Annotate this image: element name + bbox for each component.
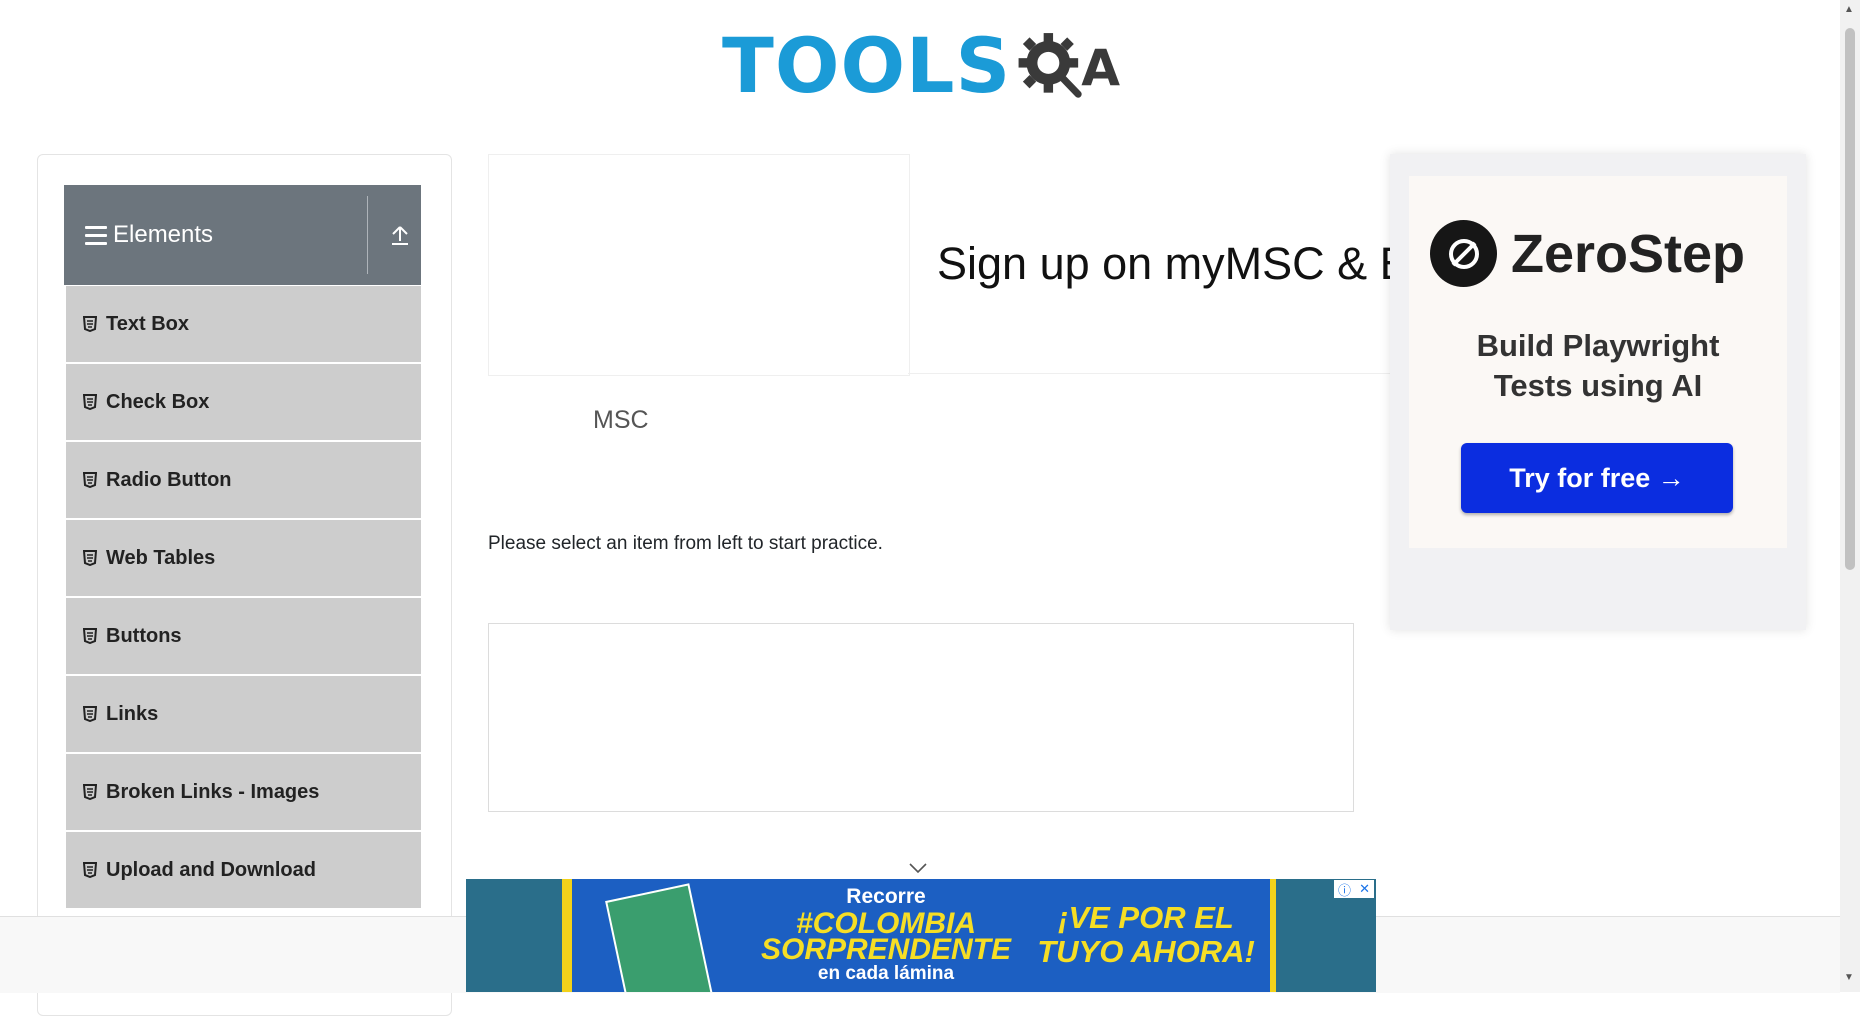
try-for-free-button[interactable]: Try for free → <box>1461 443 1733 513</box>
ad-brand[interactable]: MSC <box>593 406 649 435</box>
instruction-text: Please select an item from left to start… <box>488 533 883 554</box>
bottom-banner-ad[interactable]: Recorre #COLOMBIA SORPRENDENTE en cada l… <box>466 879 1376 992</box>
menu-item-upload-download[interactable]: Upload and Download <box>64 832 421 910</box>
ad-photo-left <box>466 879 566 992</box>
info-icon[interactable]: ⓘ <box>1338 880 1351 899</box>
ad-tagline: Build Playwright Tests using AI <box>1390 326 1806 406</box>
ad-text-line3: en cada lámina <box>817 963 955 984</box>
menu-item-label: Check Box <box>106 390 210 413</box>
menu-item-label: Web Tables <box>106 546 216 569</box>
ad-promo-text: ¡VE POR EL TUYO AHORA! <box>1026 901 1266 969</box>
ad-text-line1: Recorre <box>846 885 926 908</box>
html5-icon <box>83 550 97 566</box>
ad-text-line2: #COLOMBIA SORPRENDENTE <box>756 909 1016 966</box>
menu-item-label: Buttons <box>106 624 182 647</box>
menu-item-label: Links <box>106 702 159 725</box>
elements-group-header[interactable]: Elements <box>64 185 421 285</box>
ad-promo-line2: TUYO AHORA! <box>1037 934 1255 969</box>
html5-icon <box>83 784 97 800</box>
chevron-down-icon[interactable] <box>908 862 928 874</box>
menu-item-web-tables[interactable]: Web Tables <box>64 520 421 598</box>
ad-choices-close[interactable]: ⓘ ✕ <box>1334 880 1374 898</box>
sticker-album-image <box>605 883 713 992</box>
menu-item-links[interactable]: Links <box>64 676 421 754</box>
scrollbar-thumb[interactable] <box>1845 28 1855 570</box>
header-divider <box>367 196 368 274</box>
html5-icon <box>83 316 97 332</box>
logo-suffix: A <box>1082 38 1121 97</box>
html5-icon <box>83 862 97 878</box>
ad-tagline-line1: Build Playwright <box>1476 328 1720 363</box>
close-icon[interactable]: ✕ <box>1359 881 1370 897</box>
elements-menu: Text Box Check Box Radio Button Web Tabl… <box>64 286 421 910</box>
scroll-up-arrow-icon[interactable]: ▲ <box>1844 4 1854 15</box>
menu-item-label: Text Box <box>106 312 189 335</box>
menu-item-radio-button[interactable]: Radio Button <box>64 442 421 520</box>
hamburger-icon <box>85 225 107 245</box>
menu-item-check-box[interactable]: Check Box <box>64 364 421 442</box>
vertical-scrollbar[interactable]: ▲ ▼ <box>1840 0 1860 992</box>
ad-divider <box>908 373 1390 374</box>
zerostep-ad[interactable]: ZeroStep Build Playwright Tests using AI… <box>1390 154 1806 630</box>
html5-icon <box>83 394 97 410</box>
zerostep-mark-icon <box>1430 220 1497 287</box>
ad-headline[interactable]: Sign up on myMSC & B <box>937 238 1390 290</box>
ad-promo-line1: ¡VE POR EL <box>1058 900 1234 935</box>
toolsqa-logo[interactable]: TOOLS A <box>722 18 1127 114</box>
menu-item-broken-links[interactable]: Broken Links - Images <box>64 754 421 832</box>
menu-item-label: Upload and Download <box>106 858 316 881</box>
group-title: Elements <box>113 221 214 248</box>
menu-item-buttons[interactable]: Buttons <box>64 598 421 676</box>
ad-image-placeholder[interactable] <box>488 154 910 376</box>
scroll-down-arrow-icon[interactable]: ▼ <box>1844 972 1854 983</box>
menu-item-label: Broken Links - Images <box>106 780 320 803</box>
ad-brand-name: ZeroStep <box>1511 223 1746 284</box>
html5-icon <box>83 628 97 644</box>
content-placeholder-box <box>488 623 1354 812</box>
html5-icon <box>83 472 97 488</box>
menu-item-text-box[interactable]: Text Box <box>64 286 421 364</box>
menu-item-label: Radio Button <box>106 468 232 491</box>
zerostep-logo: ZeroStep <box>1430 220 1745 287</box>
ad-tagline-line2: Tests using AI <box>1493 368 1703 403</box>
gear-magnifier-icon: A <box>1018 33 1121 98</box>
html5-icon <box>83 706 97 722</box>
collapse-arrow-icon[interactable] <box>390 223 410 247</box>
ad-stripe <box>562 879 572 992</box>
ad-text-sorprendente: SORPRENDENTE <box>760 933 1012 966</box>
logo-text: TOOLS <box>722 21 1012 110</box>
